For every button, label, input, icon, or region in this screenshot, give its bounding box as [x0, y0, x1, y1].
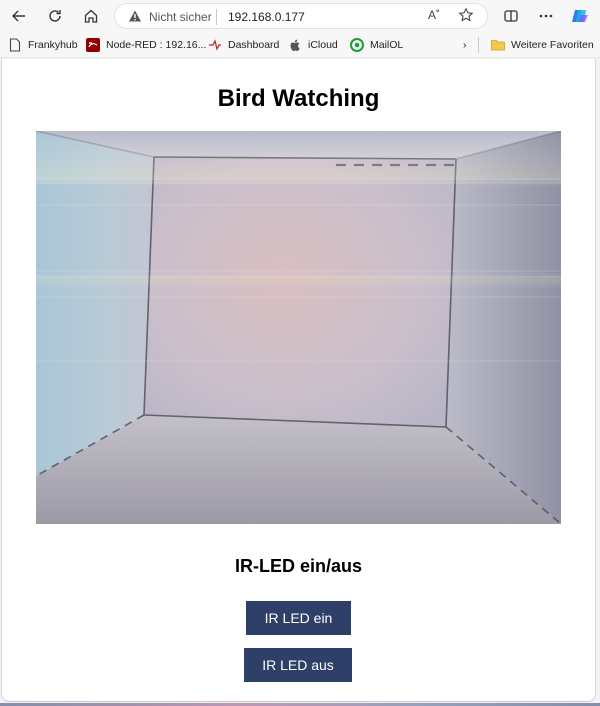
warning-icon	[128, 9, 142, 28]
node-red-icon	[86, 38, 100, 52]
refresh-icon[interactable]	[42, 4, 68, 28]
security-status[interactable]: Nicht sicher	[149, 10, 212, 24]
dashboard-icon	[208, 38, 222, 52]
bookmark-node-red[interactable]: Node-RED : 192.16...	[86, 36, 206, 54]
bookmark-frankyhub[interactable]: Frankyhub	[8, 36, 78, 54]
apple-icon	[288, 38, 302, 52]
ir-led-section-title: IR-LED ein/aus	[234, 556, 363, 576]
folder-icon	[491, 38, 505, 52]
back-icon[interactable]	[6, 4, 32, 28]
noise-overlay	[36, 131, 561, 524]
bookmark-label: MailOL	[370, 39, 404, 51]
bookmark-mailol[interactable]: MailOL	[350, 36, 403, 54]
home-icon[interactable]	[78, 4, 104, 28]
bookmark-label: iCloud	[308, 39, 338, 51]
camera-stream-image	[36, 131, 561, 524]
ir-led-on-button[interactable]: IR LED ein	[246, 601, 351, 635]
bookmarks-overflow-icon[interactable]: ›	[463, 36, 467, 54]
favorite-star-icon[interactable]	[458, 7, 474, 28]
copilot-icon[interactable]	[567, 4, 593, 28]
mail-icon	[350, 38, 364, 52]
bookmark-label: Dashboard	[228, 39, 280, 51]
split-screen-icon[interactable]	[498, 4, 524, 28]
separator	[478, 36, 479, 54]
bookmark-folder-weitere[interactable]: Weitere Favoriten	[491, 36, 594, 54]
bookmark-label: Frankyhub	[28, 39, 78, 51]
bookmarks-bar: Frankyhub Node-RED : 192.16... Dashboard…	[0, 32, 600, 58]
bookmark-label: Weitere Favoriten	[511, 39, 594, 51]
page-title: Bird Watching	[217, 85, 380, 112]
browser-toolbar: Nicht sicher 192.168.0.177 A˚	[0, 0, 600, 32]
more-icon[interactable]	[533, 4, 559, 28]
bookmark-icloud[interactable]: iCloud	[288, 36, 338, 54]
page-icon	[8, 38, 22, 52]
bookmark-label: Node-RED : 192.16...	[106, 39, 207, 51]
url-text[interactable]: 192.168.0.177	[228, 10, 305, 24]
address-divider	[216, 9, 217, 25]
ir-led-off-button[interactable]: IR LED aus	[244, 648, 352, 682]
bookmark-dashboard[interactable]: Dashboard	[208, 36, 279, 54]
page-content: Bird Watching IR-LED ein/aus IR LED ein …	[1, 59, 596, 702]
address-bar[interactable]: Nicht sicher 192.168.0.177 A˚	[114, 3, 488, 29]
read-aloud-icon[interactable]: A˚	[428, 8, 440, 22]
